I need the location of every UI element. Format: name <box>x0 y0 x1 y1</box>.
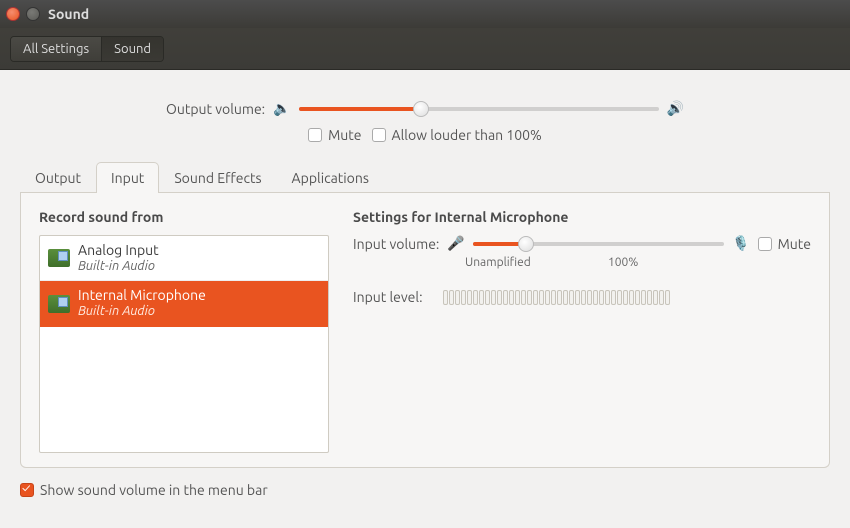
level-segment <box>461 290 466 305</box>
mic-low-icon: 🎤 <box>447 235 464 252</box>
level-segment <box>449 290 454 305</box>
content-area: Output volume: 🔈 🔊 Mute Allow louder tha… <box>0 70 850 510</box>
level-segment <box>647 290 652 305</box>
close-icon[interactable] <box>6 7 20 21</box>
device-title: Analog Input <box>78 242 159 259</box>
input-tab-panel: Record sound from Analog InputBuilt-in A… <box>20 193 830 468</box>
window-title: Sound <box>48 6 89 22</box>
device-subtitle: Built-in Audio <box>78 259 159 275</box>
level-segment <box>605 290 610 305</box>
input-volume-label: Input volume: <box>353 236 439 252</box>
settings-for-heading: Settings for Internal Microphone <box>353 209 811 225</box>
tabs: Output Input Sound Effects Applications <box>20 161 830 193</box>
input-level-meter <box>443 290 670 305</box>
sound-card-icon <box>48 295 70 313</box>
list-item[interactable]: Internal MicrophoneBuilt-in Audio <box>40 281 328 326</box>
minimize-icon[interactable] <box>26 7 40 21</box>
level-segment <box>641 290 646 305</box>
checkbox-icon <box>758 237 772 251</box>
checkbox-icon <box>308 128 322 142</box>
level-segment <box>563 290 568 305</box>
level-segment <box>533 290 538 305</box>
pathbar: All Settings Sound <box>0 28 850 70</box>
record-from-column: Record sound from Analog InputBuilt-in A… <box>39 209 329 451</box>
level-segment <box>503 290 508 305</box>
record-from-heading: Record sound from <box>39 209 329 225</box>
level-segment <box>569 290 574 305</box>
mic-high-icon: 🎙️ <box>732 235 749 252</box>
tab-applications[interactable]: Applications <box>277 162 384 193</box>
level-segment <box>557 290 562 305</box>
window-buttons <box>6 7 40 21</box>
input-volume-row: Input volume: 🎤 🎙️ Mute <box>353 235 811 252</box>
device-title: Internal Microphone <box>78 287 206 304</box>
input-mute-checkbox[interactable]: Mute <box>758 236 811 252</box>
level-segment <box>659 290 664 305</box>
level-segment <box>539 290 544 305</box>
level-segment <box>485 290 490 305</box>
level-segment <box>473 290 478 305</box>
speaker-high-icon: 🔊 <box>667 100 684 117</box>
input-level-row: Input level: <box>353 289 811 305</box>
device-subtitle: Built-in Audio <box>78 304 206 320</box>
level-segment <box>443 290 448 305</box>
level-segment <box>515 290 520 305</box>
slider-scale-row: Unamplified 100% <box>353 256 811 269</box>
output-volume-row: Output volume: 🔈 🔊 <box>20 100 830 117</box>
sound-card-icon <box>48 249 70 267</box>
level-segment <box>467 290 472 305</box>
level-segment <box>635 290 640 305</box>
level-segment <box>491 290 496 305</box>
level-segment <box>581 290 586 305</box>
tab-sound-effects[interactable]: Sound Effects <box>159 162 276 193</box>
output-mute-checkbox[interactable]: Mute <box>308 127 361 143</box>
scale-100: 100% <box>608 256 751 269</box>
level-segment <box>653 290 658 305</box>
output-mute-label: Mute <box>328 127 361 143</box>
level-segment <box>545 290 550 305</box>
scale-unamplified: Unamplified <box>465 256 608 269</box>
input-level-label: Input level: <box>353 289 423 305</box>
breadcrumb-all-settings[interactable]: All Settings <box>11 37 102 61</box>
level-segment <box>617 290 622 305</box>
level-segment <box>521 290 526 305</box>
level-segment <box>527 290 532 305</box>
device-listbox[interactable]: Analog InputBuilt-in AudioInternal Micro… <box>39 235 329 453</box>
breadcrumb: All Settings Sound <box>10 36 164 62</box>
checkbox-icon <box>20 483 34 497</box>
level-segment <box>575 290 580 305</box>
allow-louder-label: Allow louder than 100% <box>392 127 542 143</box>
level-segment <box>611 290 616 305</box>
tab-output[interactable]: Output <box>20 162 96 193</box>
level-segment <box>629 290 634 305</box>
show-in-menubar-checkbox[interactable]: Show sound volume in the menu bar <box>20 482 830 498</box>
settings-column: Settings for Internal Microphone Input v… <box>353 209 811 451</box>
level-segment <box>587 290 592 305</box>
level-segment <box>593 290 598 305</box>
allow-louder-checkbox[interactable]: Allow louder than 100% <box>372 127 542 143</box>
titlebar: Sound <box>0 0 850 28</box>
level-segment <box>665 290 670 305</box>
tab-input[interactable]: Input <box>96 162 159 193</box>
checkbox-icon <box>372 128 386 142</box>
input-mute-label: Mute <box>778 236 811 252</box>
output-options-row: Mute Allow louder than 100% <box>20 127 830 143</box>
level-segment <box>455 290 460 305</box>
list-item[interactable]: Analog InputBuilt-in Audio <box>40 236 328 281</box>
output-volume-slider[interactable] <box>299 107 659 111</box>
input-volume-slider[interactable] <box>473 242 724 246</box>
level-segment <box>509 290 514 305</box>
level-segment <box>551 290 556 305</box>
output-volume-label: Output volume: <box>166 101 265 117</box>
level-segment <box>599 290 604 305</box>
show-in-menubar-label: Show sound volume in the menu bar <box>40 482 268 498</box>
speaker-low-icon: 🔈 <box>273 100 290 117</box>
level-segment <box>479 290 484 305</box>
breadcrumb-sound[interactable]: Sound <box>102 37 163 61</box>
level-segment <box>623 290 628 305</box>
level-segment <box>497 290 502 305</box>
